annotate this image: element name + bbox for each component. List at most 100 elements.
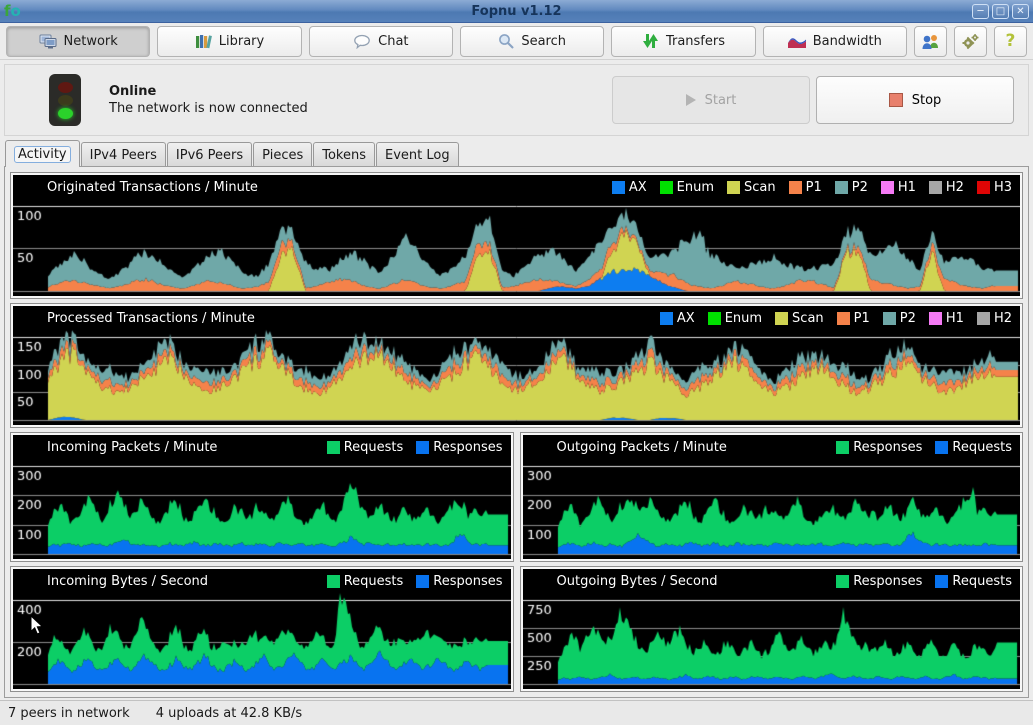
legend-swatch-icon [977,181,990,194]
legend-responses: Responses [836,440,922,455]
peers-button[interactable] [914,26,947,57]
legend-requests: Requests [935,440,1012,455]
chart-title: Incoming Bytes / Second [47,574,208,589]
chart-incoming-bytes: Incoming Bytes / Second Requests Response… [11,567,513,691]
chart-legend: Requests Responses [327,574,503,589]
chart-title: Outgoing Bytes / Second [557,574,718,589]
maximize-button[interactable]: □ [992,4,1009,19]
legend-label: Responses [433,574,502,589]
search-button[interactable]: Search [460,26,604,57]
legend-label: Requests [344,574,404,589]
chart-canvas [13,197,1020,296]
legend-label: H3 [994,180,1012,195]
legend-label: Requests [952,574,1012,589]
chart-title: Outgoing Packets / Minute [557,440,727,455]
legend-label: P2 [852,180,868,195]
tab-event-log[interactable]: Event Log [376,142,459,166]
chart-canvas [13,328,1020,425]
activity-tab-content: Originated Transactions / Minute AXEnumS… [4,166,1029,698]
help-button[interactable]: ? [994,26,1027,57]
network-button[interactable]: Network [6,26,150,57]
peers-icon [921,33,940,50]
close-button[interactable]: ✕ [1012,4,1029,19]
legend-swatch-icon [416,575,429,588]
library-button[interactable]: Library [157,26,301,57]
tab-ipv4-peers[interactable]: IPv4 Peers [81,142,166,166]
minimize-button[interactable]: ─ [972,4,989,19]
search-button-label: Search [521,34,566,49]
settings-button[interactable] [954,26,987,57]
chat-button-label: Chat [378,34,408,49]
status-texts: Online The network is now connected [109,84,308,116]
legend-swatch-icon [935,575,948,588]
chat-button[interactable]: Chat [309,26,453,57]
legend-h1: H1 [881,180,916,195]
legend-p1: P1 [837,311,870,326]
chart-title: Originated Transactions / Minute [47,180,258,195]
transfers-icon [642,33,659,49]
connection-status-panel: Online The network is now connected Star… [4,64,1029,136]
legend-scan: Scan [775,311,824,326]
legend-swatch-icon [660,181,673,194]
tab-pieces[interactable]: Pieces [253,142,312,166]
legend-h2: H2 [929,180,964,195]
legend-swatch-icon [836,441,849,454]
legend-swatch-icon [836,575,849,588]
uploads-status: 4 uploads at 42.8 KB/s [156,706,302,721]
library-button-label: Library [219,34,264,49]
bandwidth-button[interactable]: Bandwidth [763,26,907,57]
traffic-light-icon [49,74,81,126]
chart-legend: RequestsResponses [327,440,503,455]
tab-activity[interactable]: Activity [5,140,80,167]
chart-header: Incoming Bytes / Second Requests Response… [13,569,511,591]
chart-outgoing-packets: Outgoing Packets / Minute Responses Reque… [521,433,1023,561]
chart-canvas [523,591,1021,689]
legend-swatch-icon [789,181,802,194]
chart-legend: AXEnumScanP1P2H1H2H3 [612,180,1012,195]
start-button-label: Start [705,93,737,108]
legend-responses: Responses [836,574,922,589]
legend-label: Requests [952,440,1012,455]
network-button-label: Network [64,34,118,49]
tab-tokens[interactable]: Tokens [313,142,375,166]
settings-gears-icon [961,33,980,50]
peers-status: 7 peers in network [8,706,130,721]
start-stop-buttons: Start Stop [612,76,1014,124]
legend-label: Responses [433,440,502,455]
legend-label: H2 [994,311,1012,326]
legend-p2: P2 [883,311,916,326]
legend-responses: Responses [416,440,502,455]
transfers-button[interactable]: Transfers [611,26,755,57]
status-message: The network is now connected [109,101,308,116]
chat-icon [353,34,371,49]
legend-swatch-icon [327,441,340,454]
legend-swatch-icon [416,441,429,454]
tab-ipv6-peers[interactable]: IPv6 Peers [167,142,252,166]
legend-p2: P2 [835,180,868,195]
chart-header: Originated Transactions / Minute AXEnumS… [13,175,1020,197]
start-button[interactable]: Start [612,76,810,124]
legend-swatch-icon [883,312,896,325]
chart-legend: Responses Requests [836,440,1012,455]
library-icon [195,34,212,49]
chart-outgoing-bytes: Outgoing Bytes / Second Responses Request… [521,567,1023,691]
chart-canvas [13,457,511,559]
titlebar: fo Fopnu v1.12 ─ □ ✕ [0,0,1033,23]
stop-button[interactable]: Stop [816,76,1014,124]
play-icon [686,94,696,106]
legend-label: P2 [900,311,916,326]
legend-responses: Responses [416,574,502,589]
chart-canvas [13,591,511,689]
statusbar: 7 peers in network 4 uploads at 42.8 KB/… [0,700,1033,725]
legend-label: P1 [806,180,822,195]
legend-swatch-icon [935,441,948,454]
legend-swatch-icon [977,312,990,325]
legend-h2: H2 [977,311,1012,326]
chart-title: Processed Transactions / Minute [47,311,255,326]
legend-label: AX [629,180,647,195]
legend-swatch-icon [708,312,721,325]
legend-ax: AX [660,311,695,326]
chart-header: Outgoing Bytes / Second Responses Request… [523,569,1021,591]
legend-swatch-icon [727,181,740,194]
chart-canvas [523,457,1021,559]
